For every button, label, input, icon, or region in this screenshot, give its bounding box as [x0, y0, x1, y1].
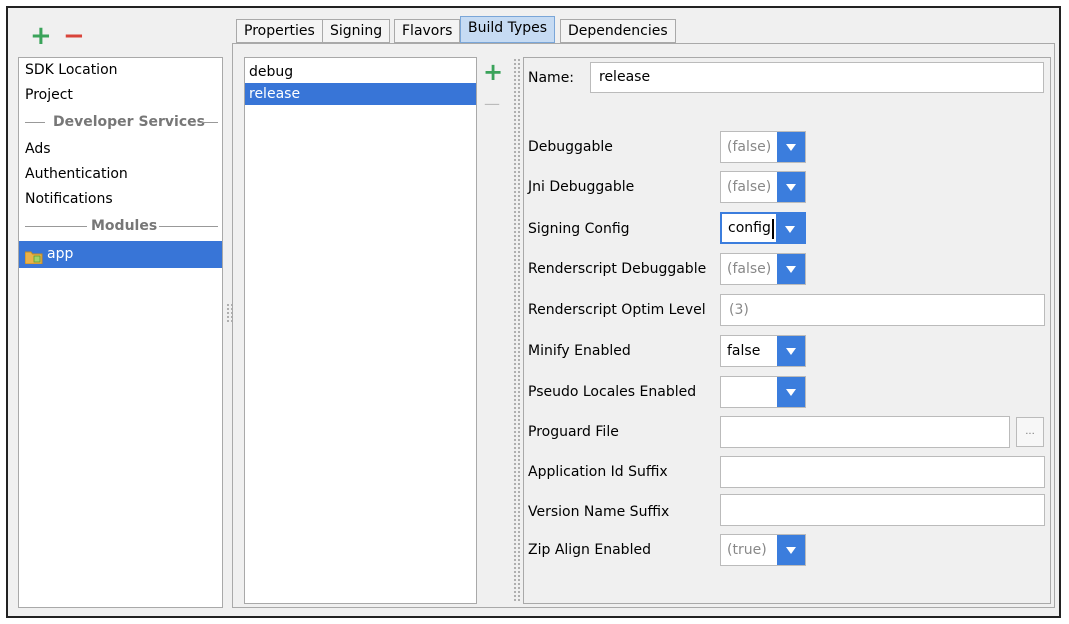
tab-build-types[interactable]: Build Types — [460, 16, 556, 43]
debuggable-dropdown[interactable]: (false) — [720, 131, 806, 163]
minify-enabled-dropdown[interactable]: false — [720, 335, 806, 367]
list-form-splitter[interactable] — [513, 58, 521, 603]
text-cursor — [772, 219, 774, 239]
proguard-file-input[interactable] — [720, 416, 1010, 448]
chevron-down-icon — [777, 132, 805, 162]
chevron-down-icon — [777, 254, 805, 284]
pseudo-locales-enabled-label: Pseudo Locales Enabled — [528, 384, 697, 400]
sidebar-item-notifications[interactable]: Notifications — [19, 187, 113, 212]
minify-enabled-value: false — [727, 343, 761, 359]
chevron-down-icon — [777, 172, 805, 202]
tab-properties[interactable]: Properties — [236, 19, 323, 43]
sidebar-item-project[interactable]: Project — [19, 83, 73, 108]
browse-button[interactable]: ... — [1016, 417, 1044, 447]
tab-flavors[interactable]: Flavors — [394, 19, 461, 43]
tab-signing[interactable]: Signing — [322, 19, 391, 43]
modules-separator: Modules — [19, 214, 222, 239]
name-input-value: release — [599, 69, 651, 85]
list-item-debug[interactable]: debug — [245, 61, 293, 83]
renderscript-debuggable-label: Renderscript Debuggable — [528, 261, 707, 277]
renderscript-debuggable-dropdown[interactable]: (false) — [720, 253, 806, 285]
add-icon[interactable]: + — [30, 23, 52, 49]
sidebar-item-app-label: app — [47, 246, 74, 262]
tab-dependencies[interactable]: Dependencies — [560, 19, 676, 43]
zip-align-enabled-value: (true) — [727, 542, 767, 558]
signing-config-value: config — [728, 220, 771, 236]
sidebar-item-authentication[interactable]: Authentication — [19, 162, 128, 187]
chevron-down-icon — [777, 377, 805, 407]
version-name-suffix-input[interactable] — [720, 494, 1045, 526]
developer-services-separator: Developer Services — [19, 110, 222, 135]
minify-enabled-label: Minify Enabled — [528, 343, 631, 359]
jni-debuggable-label: Jni Debuggable — [528, 179, 635, 195]
chevron-down-icon — [776, 214, 804, 242]
debuggable-value: (false) — [727, 139, 772, 155]
renderscript-optim-level-input[interactable]: (3) — [720, 294, 1045, 326]
chevron-down-icon — [777, 336, 805, 366]
build-types-list: debug release — [244, 57, 477, 604]
jni-debuggable-value: (false) — [727, 179, 772, 195]
sidebar-item-sdk-location[interactable]: SDK Location — [19, 58, 118, 83]
add-build-type-icon[interactable]: + — [483, 60, 503, 84]
modules-header: Modules — [91, 218, 158, 234]
jni-debuggable-dropdown[interactable]: (false) — [720, 171, 806, 203]
pseudo-locales-enabled-dropdown[interactable] — [720, 376, 806, 408]
renderscript-debuggable-value: (false) — [727, 261, 772, 277]
signing-config-dropdown[interactable]: config — [720, 212, 806, 244]
chevron-down-icon — [777, 535, 805, 565]
renderscript-optim-level-label: Renderscript Optim Level — [528, 302, 706, 318]
android-module-folder-icon — [24, 247, 43, 265]
list-item-release[interactable]: release — [245, 83, 476, 105]
application-id-suffix-input[interactable] — [720, 456, 1045, 488]
name-input[interactable]: release — [590, 62, 1044, 93]
zip-align-enabled-dropdown[interactable]: (true) — [720, 534, 806, 566]
debuggable-label: Debuggable — [528, 139, 613, 155]
developer-services-header: Developer Services — [53, 114, 205, 130]
sidebar-item-app[interactable]: app — [19, 241, 222, 268]
remove-icon[interactable]: − — [63, 23, 85, 49]
application-id-suffix-label: Application Id Suffix — [528, 464, 668, 480]
sidebar: SDK Location Project Developer Services … — [18, 57, 223, 608]
remove-build-type-icon[interactable]: — — [484, 96, 500, 112]
signing-config-label: Signing Config — [528, 221, 630, 237]
sidebar-item-ads[interactable]: Ads — [19, 137, 51, 162]
version-name-suffix-label: Version Name Suffix — [528, 504, 670, 520]
renderscript-optim-level-value: (3) — [729, 302, 749, 318]
zip-align-enabled-label: Zip Align Enabled — [528, 542, 651, 558]
name-label: Name: — [528, 70, 575, 86]
proguard-file-label: Proguard File — [528, 424, 619, 440]
